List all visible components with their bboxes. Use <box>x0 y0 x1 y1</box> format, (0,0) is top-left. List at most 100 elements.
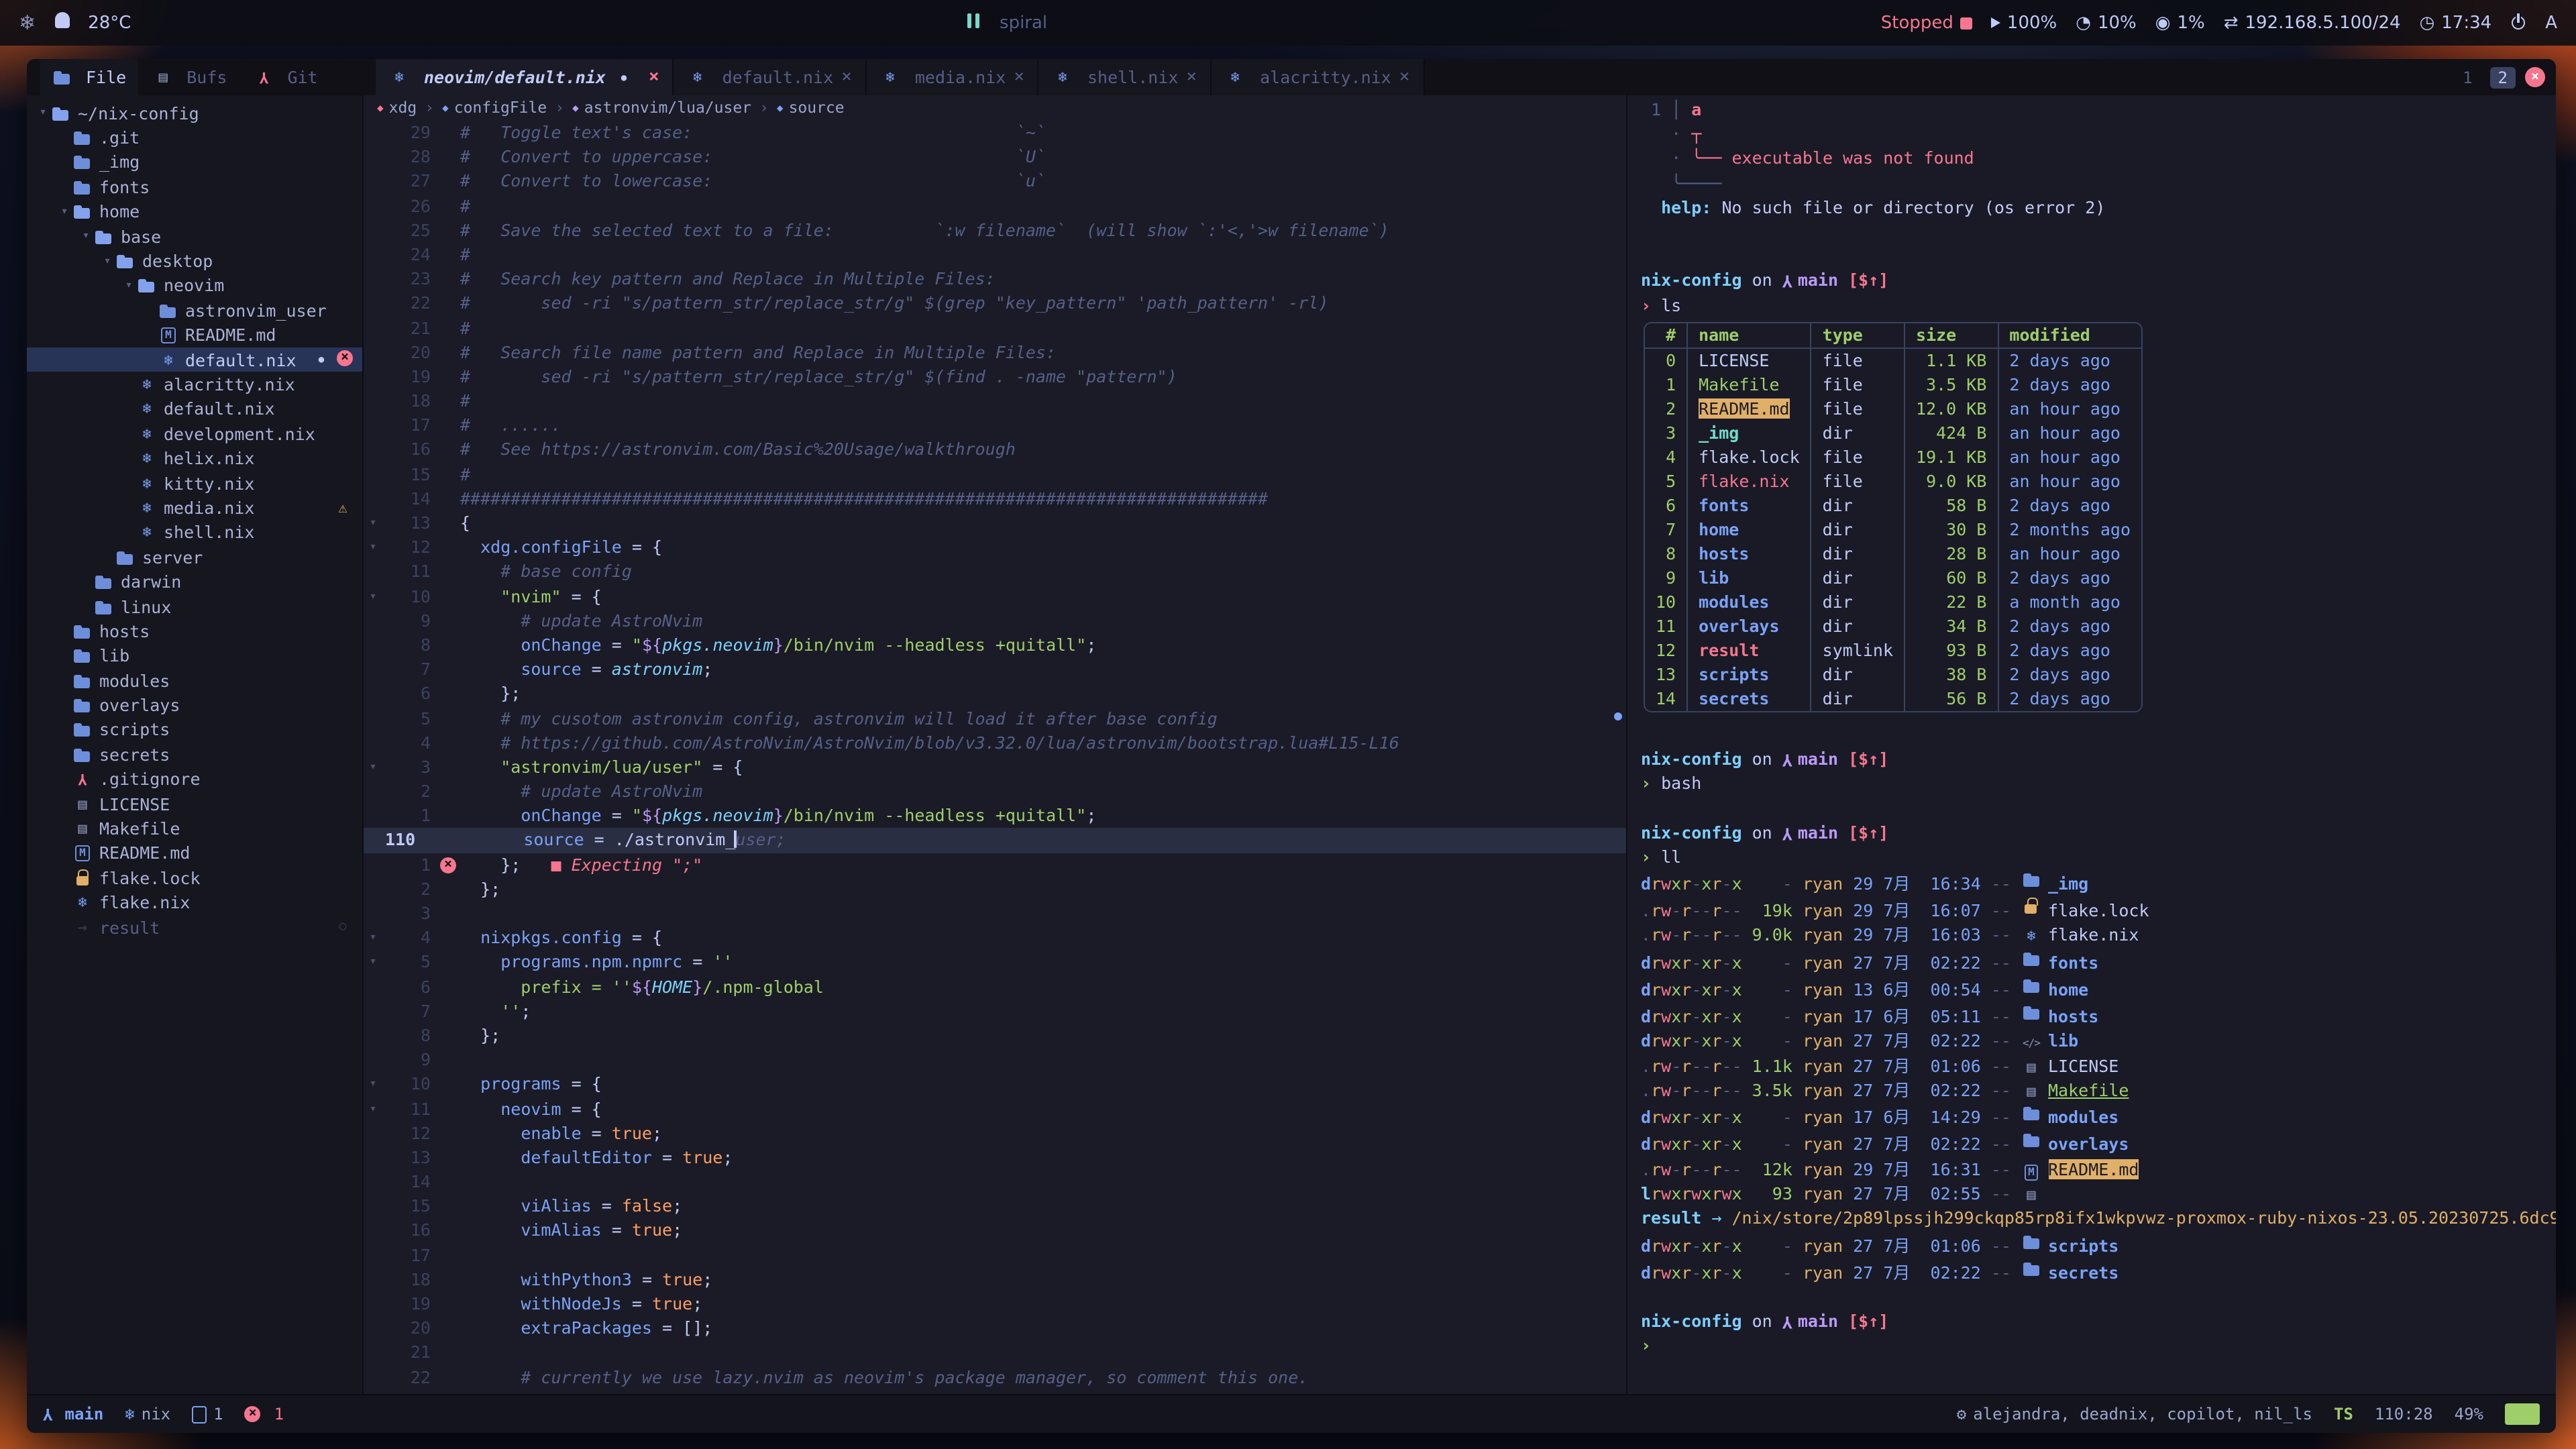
tree-item[interactable]: ▾base <box>27 224 362 249</box>
neotree-tab-git[interactable]: Git <box>241 59 329 95</box>
code-line[interactable]: 1 onChange = "${pkgs.neovim}/bin/nvim --… <box>364 804 1626 828</box>
code-line[interactable]: 2 # update AstroNvim <box>364 780 1626 804</box>
code-line[interactable]: 23# Search key pattern and Replace in Mu… <box>364 267 1626 291</box>
code-line[interactable]: 110 source = ./astronvim_user; <box>364 828 1626 853</box>
power-icon[interactable] <box>2510 15 2526 31</box>
close-buffer-button[interactable]: × <box>649 67 659 87</box>
volume-widget[interactable]: 100% <box>1991 13 2057 33</box>
git-branch[interactable]: main <box>43 1405 103 1424</box>
code-line[interactable]: 12 enable = true; <box>364 1121 1626 1145</box>
tree-item[interactable]: result <box>27 915 362 940</box>
tree-item[interactable]: kitty.nix <box>27 471 362 496</box>
code-line[interactable]: 24# <box>364 243 1626 267</box>
diagnostic-error-count[interactable]: 1 <box>245 1405 284 1424</box>
code-line[interactable]: 21 <box>364 1341 1626 1365</box>
code-line[interactable]: 11 # base config <box>364 560 1626 584</box>
code-line[interactable]: 7 ''; <box>364 1000 1626 1024</box>
code-line[interactable]: ▾3 "astronvim/lua/user" = { <box>364 755 1626 780</box>
tree-item[interactable]: lib <box>27 643 362 668</box>
tree-item[interactable]: .git <box>27 125 362 150</box>
neotree-tab-file[interactable]: File <box>40 59 138 95</box>
tree-item[interactable]: default.nix <box>27 396 362 421</box>
code-line[interactable]: 16 vimAlias = true; <box>364 1219 1626 1243</box>
close-buffer-button[interactable]: × <box>841 67 852 87</box>
code-line[interactable]: 29# Toggle text's case: `~` <box>364 121 1626 145</box>
tree-item[interactable]: README.md <box>27 323 362 347</box>
terminal-split[interactable]: 1 │ a · ┬ · ╰── executable was not found… <box>1626 95 2556 1394</box>
tree-item[interactable]: media.nix <box>27 496 362 521</box>
tree-item[interactable]: flake.lock <box>27 865 362 890</box>
tree-item[interactable]: scripts <box>27 718 362 743</box>
player-status[interactable]: Stopped <box>1881 13 1972 33</box>
code-line[interactable]: ▾11 neovim = { <box>364 1097 1626 1121</box>
code-line[interactable]: 1 }; ■ Expecting ";" <box>364 853 1626 877</box>
breadcrumb-item[interactable]: ◆source <box>777 98 845 117</box>
code-line[interactable]: ▾5 programs.npm.npmrc = '' <box>364 951 1626 975</box>
code-line[interactable]: ▾12 xdg.configFile = { <box>364 535 1626 559</box>
tree-item[interactable]: flake.nix <box>27 890 362 915</box>
code-line[interactable]: 7 source = astronvim; <box>364 657 1626 682</box>
breadcrumb-item[interactable]: ◆astronvim/lua/user <box>572 98 751 117</box>
code-line[interactable]: 25# Save the selected text to a file: `:… <box>364 219 1626 243</box>
tree-item[interactable]: ▾desktop <box>27 249 362 274</box>
code-line[interactable]: 16# See https://astronvim.com/Basic%20Us… <box>364 438 1626 462</box>
breadcrumb-item[interactable]: ◆configFile <box>442 98 547 117</box>
clock-widget[interactable]: ◷17:34 <box>2420 13 2492 33</box>
tree-item[interactable]: modules <box>27 668 362 693</box>
tree-item[interactable]: shell.nix <box>27 520 362 545</box>
code-line[interactable]: 18 withPython3 = true; <box>364 1268 1626 1292</box>
buffer-tab[interactable]: shell.nix× <box>1039 59 1212 95</box>
code-line[interactable]: 22 # currently we use lazy.nvim as neovi… <box>364 1365 1626 1389</box>
tree-item[interactable]: darwin <box>27 570 362 594</box>
code-line[interactable]: 17# ...... <box>364 414 1626 438</box>
tree-item[interactable]: server <box>27 545 362 570</box>
code-buffer[interactable]: 29# Toggle text's case: `~`28# Convert t… <box>364 119 1626 1394</box>
code-line[interactable]: ▾10 programs = { <box>364 1073 1626 1097</box>
code-line[interactable]: 14 <box>364 1170 1626 1194</box>
code-line[interactable]: 21# <box>364 316 1626 340</box>
code-line[interactable]: 9 <box>364 1048 1626 1072</box>
tabpage-1[interactable]: 1 <box>2455 66 2480 88</box>
code-line[interactable]: 5 # my cusotom astronvim config, astronv… <box>364 706 1626 731</box>
code-line[interactable]: 28# Convert to uppercase: `U` <box>364 145 1626 169</box>
code-line[interactable]: 20 extraPackages = []; <box>364 1316 1626 1340</box>
code-line[interactable]: 18# <box>364 389 1626 413</box>
tree-item[interactable]: alacritty.nix <box>27 372 362 397</box>
code-line[interactable]: 8 }; <box>364 1024 1626 1048</box>
buffer-tab[interactable]: default.nix× <box>674 59 867 95</box>
buffer-tab[interactable]: alacritty.nix× <box>1212 59 1424 95</box>
breadcrumb-item[interactable]: ◆xdg <box>377 98 417 117</box>
code-line[interactable]: 15 viAlias = false; <box>364 1195 1626 1219</box>
file-tree-sidebar[interactable]: ▾~/nix-config.git_imgfonts▾home▾base▾des… <box>27 95 364 1394</box>
tree-item[interactable]: ▾home <box>27 199 362 224</box>
lsp-clients[interactable]: ⚙alejandra, deadnix, copilot, nil_ls <box>1957 1405 2312 1424</box>
code-line[interactable]: 26# <box>364 194 1626 218</box>
code-line[interactable]: 6 prefix = ''${HOME}/.npm-global <box>364 975 1626 999</box>
cpu-widget[interactable]: ◉1% <box>2155 13 2205 33</box>
tree-item[interactable]: helix.nix <box>27 446 362 471</box>
code-line[interactable]: 19 withNodeJs = true; <box>364 1292 1626 1316</box>
buffer-tab[interactable]: media.nix× <box>867 59 1039 95</box>
neotree-tab-bufs[interactable]: Bufs <box>141 59 239 95</box>
code-line[interactable]: ▾4 nixpkgs.config = { <box>364 926 1626 950</box>
tree-item[interactable]: .gitignore <box>27 767 362 792</box>
editor-pane[interactable]: ◆xdg›◆configFile›◆astronvim/lua/user›◆so… <box>364 95 1626 1394</box>
code-line[interactable]: ▾10 "nvim" = { <box>364 584 1626 608</box>
tree-item[interactable]: secrets <box>27 742 362 767</box>
code-line[interactable]: 6 }; <box>364 682 1626 706</box>
nixos-icon[interactable]: ❄ <box>19 11 36 35</box>
tree-item[interactable]: ▾~/nix-config <box>27 101 362 125</box>
code-line[interactable]: 22# sed -ri "s/pattern_str/replace_str/g… <box>364 292 1626 316</box>
code-line[interactable]: 19# sed -ri "s/pattern_str/replace_str/g… <box>364 365 1626 389</box>
code-line[interactable]: 3 <box>364 902 1626 926</box>
tree-item[interactable]: hosts <box>27 619 362 643</box>
code-line[interactable]: 14######################################… <box>364 487 1626 511</box>
tree-item[interactable]: astronvim_user <box>27 298 362 323</box>
tree-item[interactable]: ▾neovim <box>27 273 362 298</box>
close-buffer-button[interactable]: × <box>1399 67 1410 87</box>
code-line[interactable]: 27# Convert to lowercase: `u` <box>364 170 1626 194</box>
git-modified-count[interactable]: 1 <box>192 1405 223 1424</box>
tree-item[interactable]: linux <box>27 594 362 619</box>
tree-item[interactable]: LICENSE <box>27 792 362 816</box>
disk-widget[interactable]: ◔10% <box>2076 13 2137 33</box>
